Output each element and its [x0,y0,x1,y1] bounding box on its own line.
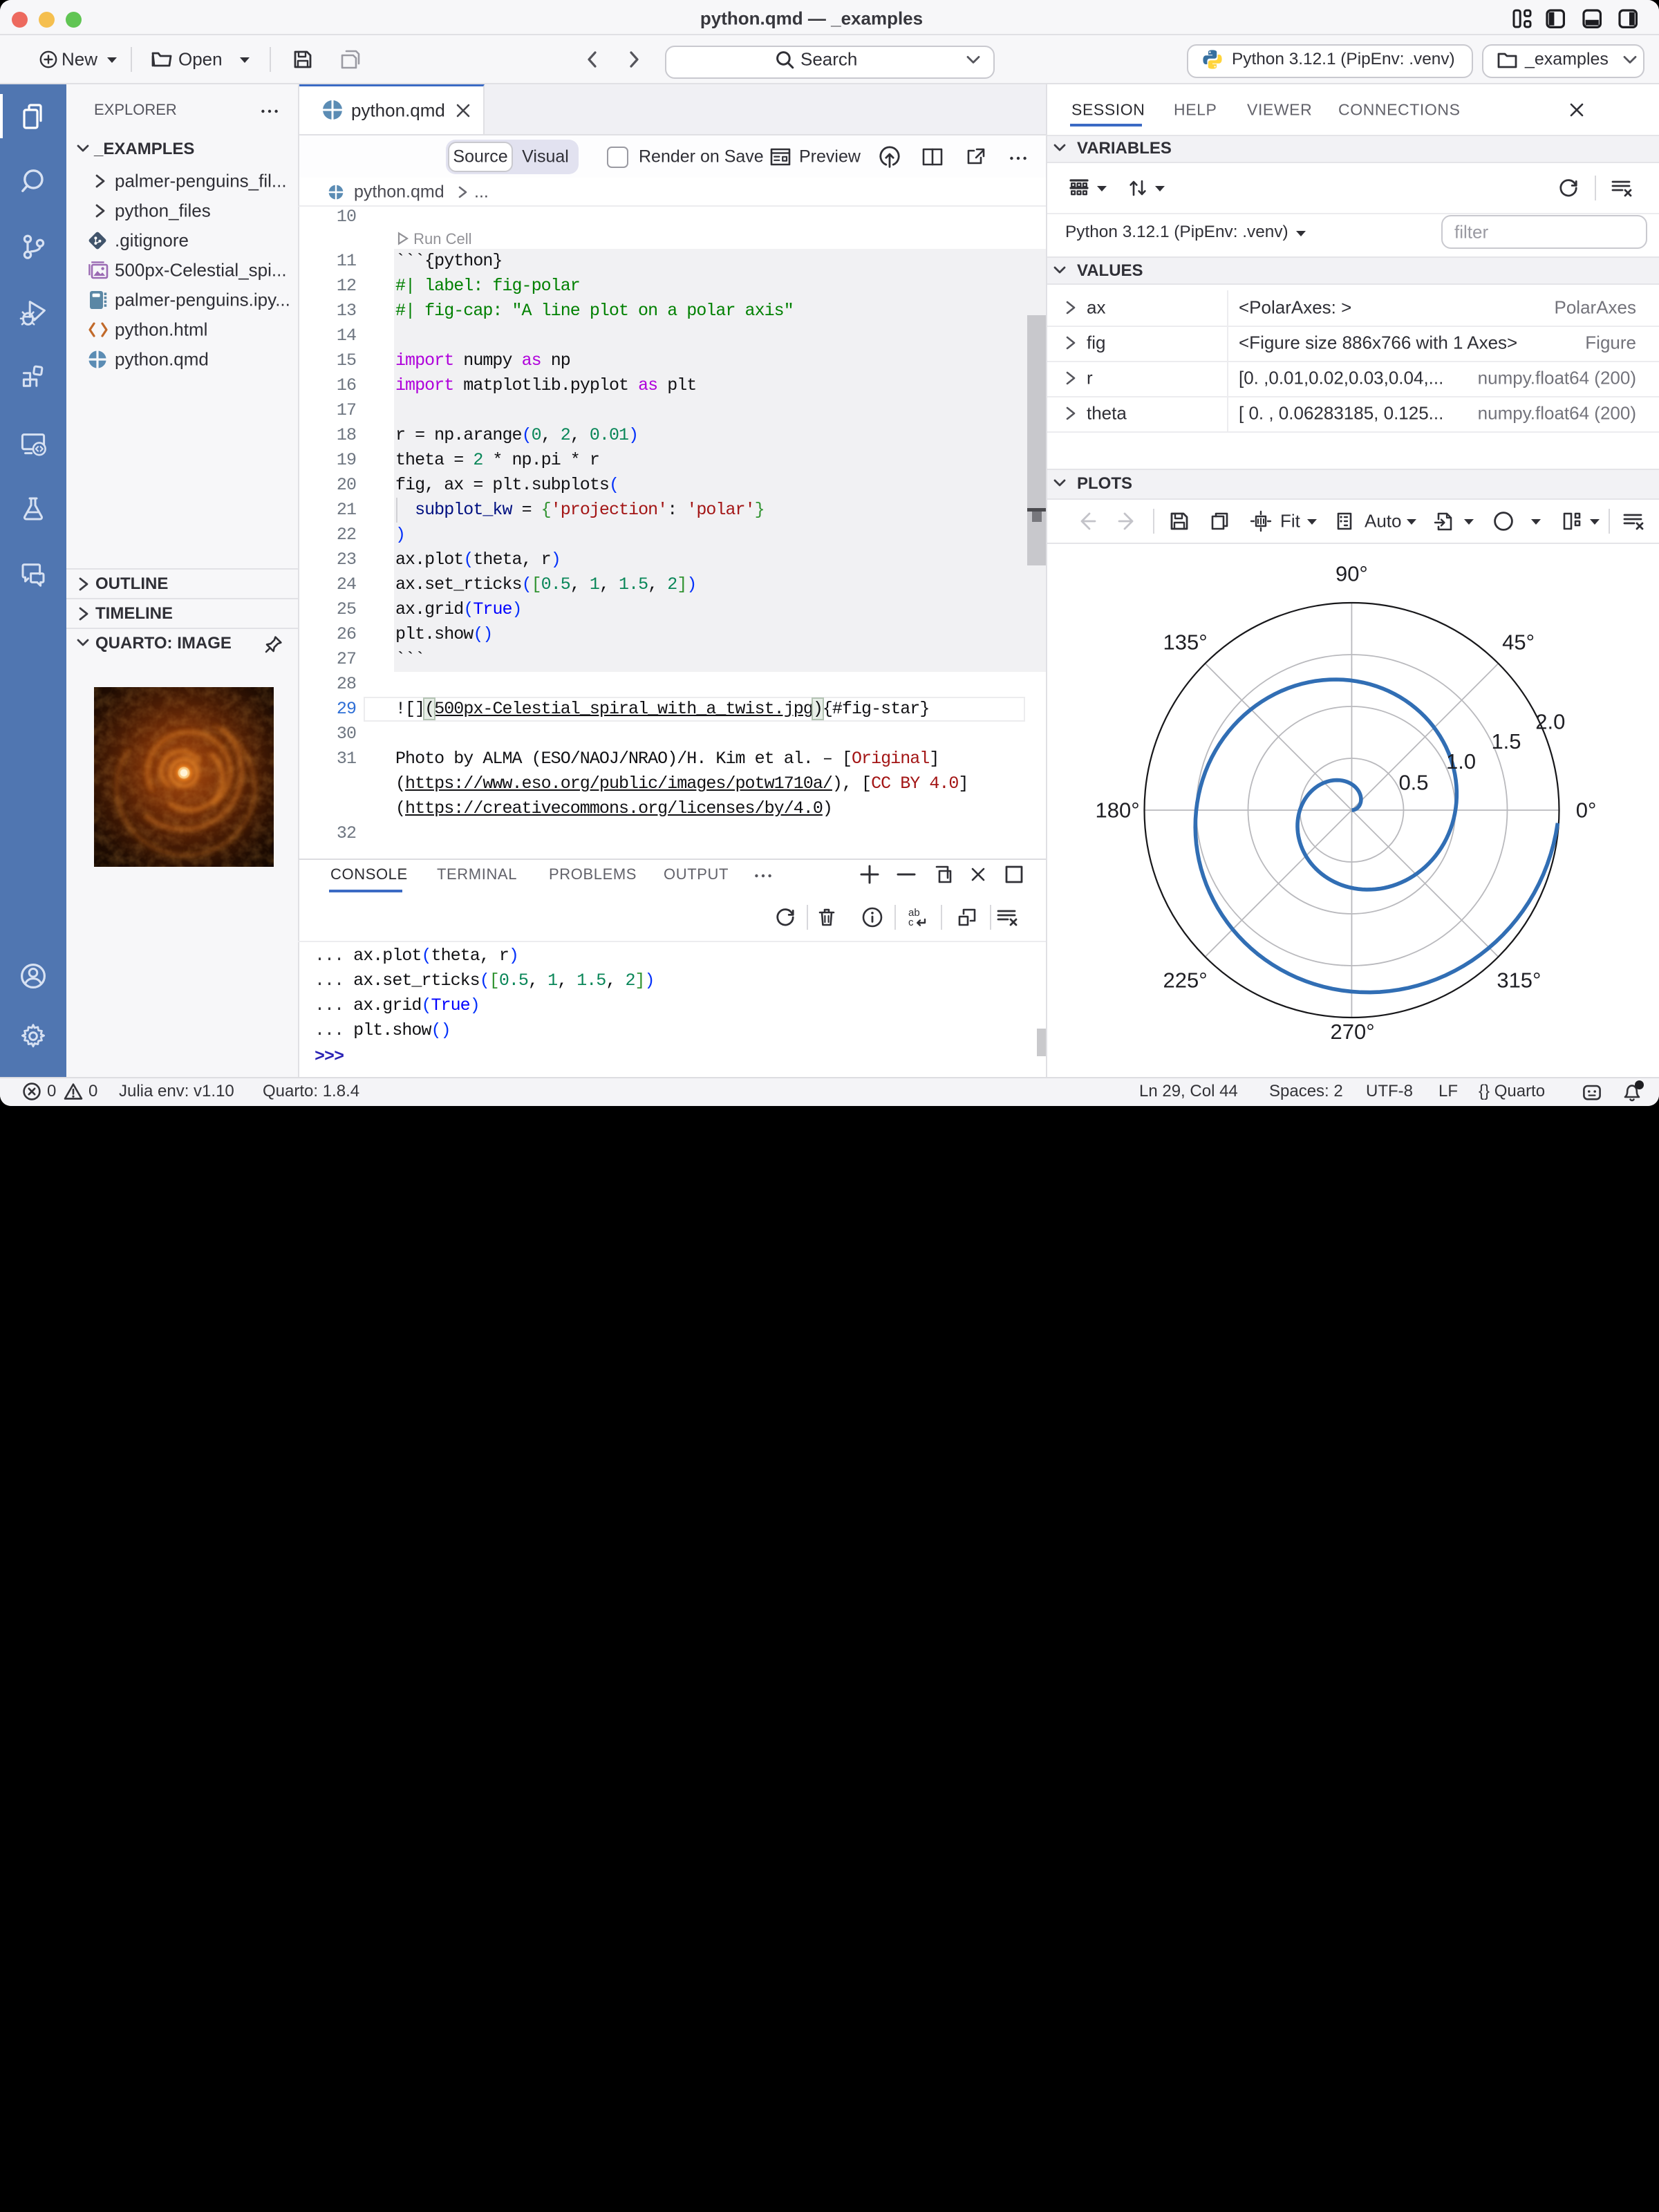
svg-text:135°: 135° [1163,630,1208,655]
svg-text:45°: 45° [1502,630,1535,655]
svg-text:90°: 90° [1335,562,1368,586]
svg-text:180°: 180° [1096,798,1140,823]
svg-text:2.0: 2.0 [1535,710,1565,734]
svg-text:0°: 0° [1576,798,1597,823]
svg-text:0.5: 0.5 [1398,771,1428,795]
svg-text:c: c [908,917,914,928]
svg-text:225°: 225° [1163,968,1208,993]
svg-text:315°: 315° [1497,968,1541,993]
svg-text:1.5: 1.5 [1491,729,1521,753]
svg-text:270°: 270° [1331,1020,1375,1044]
svg-text:1.0: 1.0 [1446,749,1476,774]
